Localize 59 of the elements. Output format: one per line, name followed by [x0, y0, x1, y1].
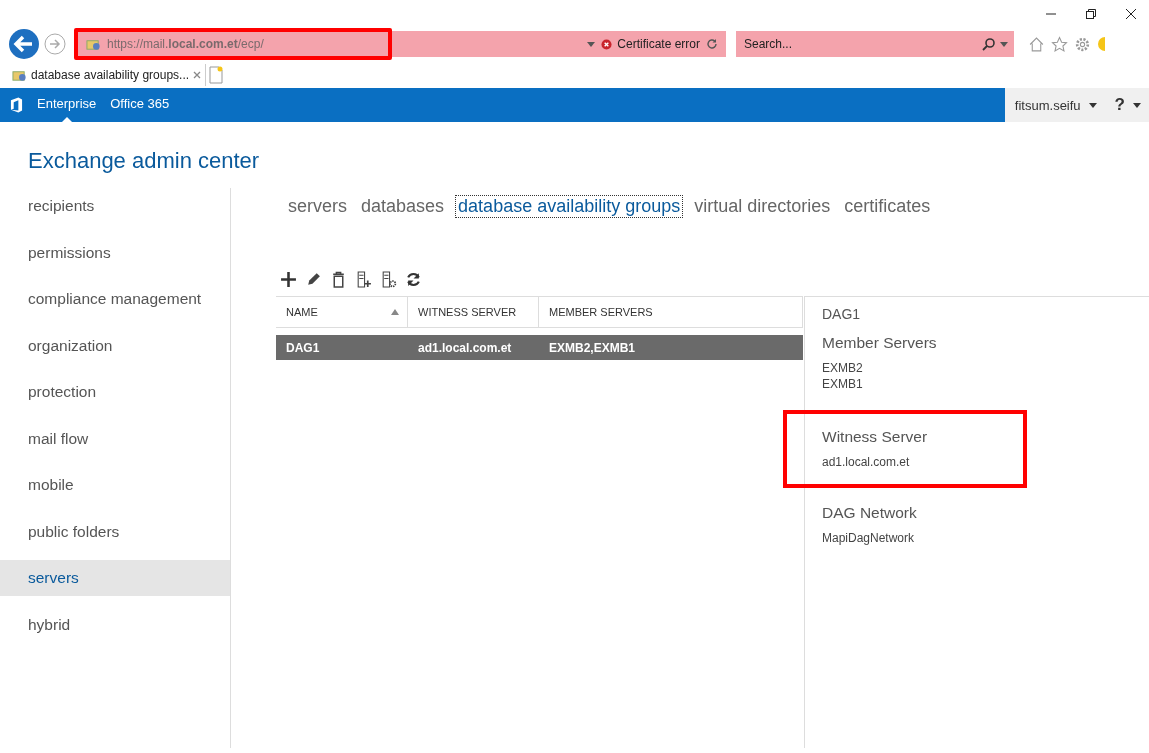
close-tab-icon[interactable] [193, 71, 202, 79]
url-text: https://mail.local.com.et/ecp/ [107, 37, 264, 51]
sort-up-icon [391, 309, 399, 315]
add-server-icon[interactable] [355, 270, 372, 288]
sidebar-item[interactable]: compliance management [0, 281, 230, 317]
section-heading: DAG Network [822, 504, 918, 522]
address-bar[interactable]: https://mail.local.com.et/ecp/ Certificate error [76, 31, 726, 57]
sidebar-item[interactable]: recipients [0, 188, 230, 224]
add-icon[interactable] [280, 270, 297, 288]
user-menu[interactable]: fitsum.seifu [1004, 88, 1107, 122]
column-header[interactable]: WITNESS SERVER [408, 297, 539, 327]
sidebar-item[interactable]: mobile [0, 467, 230, 503]
sidebar-item[interactable]: organization [0, 327, 230, 364]
search-field[interactable]: Search... [742, 36, 978, 52]
settings-icon[interactable] [1074, 35, 1091, 53]
sidebar-item[interactable]: protection [0, 374, 230, 410]
app-link[interactable]: Enterprise [37, 88, 97, 122]
section-value: EXMB2 [822, 360, 864, 376]
star-icon[interactable] [1051, 35, 1068, 53]
table-cell-text: ad1.local.com.et [417, 340, 513, 355]
sidebar-item[interactable]: public folders [0, 513, 230, 550]
close-icon[interactable] [1125, 8, 1137, 20]
table-cell-text: EXMB2,EXMB1 [548, 340, 637, 355]
search-bar[interactable]: Search... [736, 31, 1014, 57]
tab[interactable]: databases [359, 195, 447, 217]
browser-tab[interactable]: database availability groups... [8, 64, 207, 86]
error-icon [601, 38, 613, 50]
refresh-icon[interactable] [405, 270, 422, 288]
app-link[interactable]: Office 365 [110, 88, 170, 122]
section-heading: Witness Server [822, 428, 929, 446]
tab[interactable]: servers [286, 195, 349, 217]
search-icon[interactable] [982, 37, 996, 51]
table-cell-text: DAG1 [285, 340, 321, 355]
delete-icon[interactable] [330, 270, 347, 288]
table-row[interactable]: DAG1 ad1.local.com.et EXMB2,EXMB1 [276, 335, 803, 360]
sidebar-item[interactable]: hybrid [0, 606, 230, 643]
column-header[interactable]: NAME [276, 297, 408, 327]
section-value: ad1.local.com.et [822, 454, 911, 470]
help-menu[interactable]: ? [1106, 88, 1149, 122]
column-header[interactable]: MEMBER SERVERS [539, 297, 803, 327]
tab[interactable]: certificates [842, 195, 933, 217]
back-button[interactable] [8, 28, 40, 60]
sidebar-item[interactable]: servers [0, 560, 230, 596]
page-title: Exchange admin center [28, 147, 261, 175]
tab[interactable]: database availability groups [456, 195, 683, 217]
sidebar-item[interactable]: mail flow [0, 420, 230, 457]
caret-icon[interactable] [1133, 102, 1141, 108]
caret-icon[interactable] [1088, 102, 1097, 108]
section-heading: Member Servers [822, 334, 938, 352]
certificate-error-button[interactable]: Certificate error [601, 37, 700, 51]
sidebar-item[interactable]: permissions [0, 234, 230, 271]
edit-icon[interactable] [305, 270, 322, 288]
detail-title: DAG1 [822, 306, 862, 322]
tab[interactable]: virtual directories [692, 195, 833, 217]
restore-icon[interactable] [1085, 8, 1097, 20]
office-logo-icon [10, 97, 23, 113]
section-value: MapiDagNetwork [822, 530, 916, 546]
server-settings-icon[interactable] [380, 270, 397, 288]
section-value: EXMB1 [822, 376, 864, 392]
